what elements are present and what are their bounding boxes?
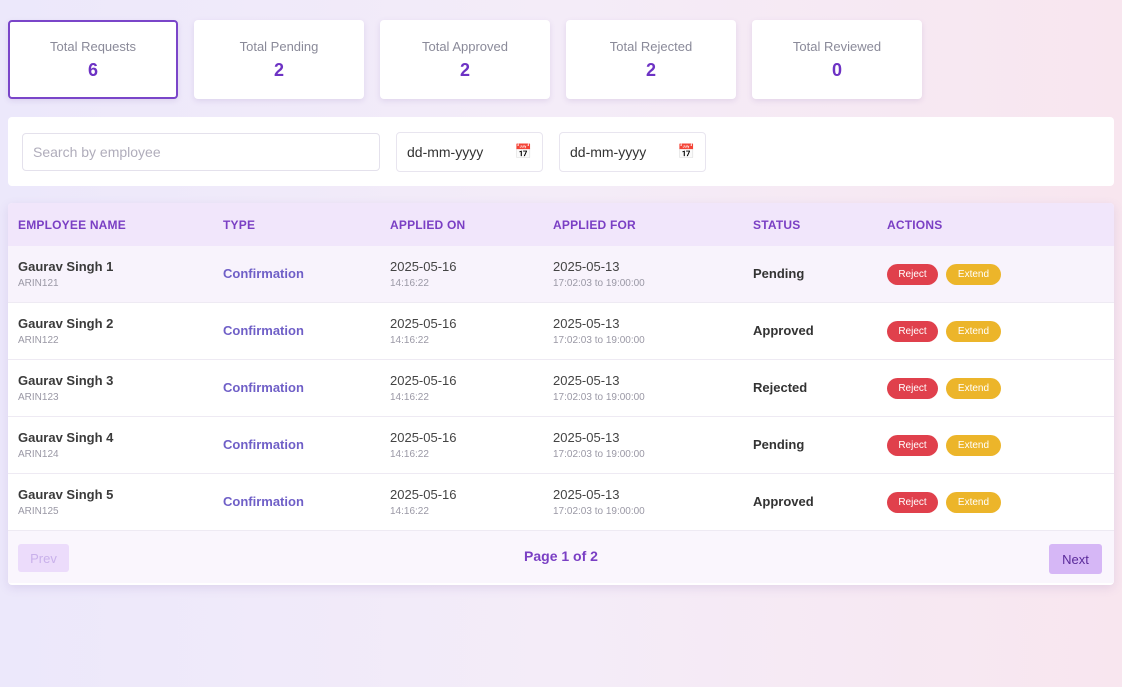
stat-card-total-approved[interactable]: Total Approved 2 [380, 20, 550, 99]
header-applied-on: APPLIED ON [390, 217, 466, 232]
date-from-value: dd-mm-yyyy [407, 143, 484, 160]
stat-label: Total Reviewed [792, 38, 882, 54]
applied-for-time: 17:02:03 to 19:00:00 [553, 335, 645, 346]
applied-on-time: 14:16:22 [390, 335, 429, 346]
stat-card-total-requests[interactable]: Total Requests 6 [8, 20, 178, 99]
stat-value: 2 [459, 59, 470, 80]
applied-for-date: 2025-05-13 [553, 487, 620, 502]
table-row: Gaurav Singh 3 ARIN123 Confirmation 2025-… [8, 360, 1114, 417]
extend-button[interactable]: Extend [946, 434, 1001, 456]
filter-bar: dd-mm-yyyy 📅 dd-mm-yyyy 📅 [8, 117, 1114, 186]
employee-name: Gaurav Singh 1 [18, 259, 114, 274]
applied-for-date: 2025-05-13 [553, 259, 620, 274]
stat-value: 2 [273, 59, 284, 80]
extend-button[interactable]: Extend [946, 320, 1001, 342]
type-link[interactable]: Confirmation [223, 266, 304, 281]
applied-for-time: 17:02:03 to 19:00:00 [553, 278, 645, 289]
header-employee-name: EMPLOYEE NAME [18, 217, 126, 232]
table-header: EMPLOYEE NAME TYPE APPLIED ON APPLIED FO… [8, 203, 1114, 246]
employee-name: Gaurav Singh 4 [18, 430, 114, 445]
header-actions: ACTIONS [887, 217, 943, 232]
reject-button[interactable]: Reject [887, 434, 938, 456]
applied-on-date: 2025-05-16 [390, 373, 457, 388]
applied-on-time: 14:16:22 [390, 506, 429, 517]
header-applied-for: APPLIED FOR [553, 217, 636, 232]
header-type: TYPE [223, 217, 256, 232]
type-link[interactable]: Confirmation [223, 380, 304, 395]
type-link[interactable]: Confirmation [223, 437, 304, 452]
next-button[interactable]: Next [1049, 544, 1102, 574]
stat-card-total-rejected[interactable]: Total Rejected 2 [566, 20, 736, 99]
applied-for-time: 17:02:03 to 19:00:00 [553, 449, 645, 460]
status-text: Pending [753, 266, 805, 281]
reject-button[interactable]: Reject [887, 320, 938, 342]
status-text: Pending [753, 437, 805, 452]
reject-button[interactable]: Reject [887, 491, 938, 513]
table-row: Gaurav Singh 1 ARIN121 Confirmation 2025-… [8, 246, 1114, 303]
applied-for-time: 17:02:03 to 19:00:00 [553, 506, 645, 517]
page-indicator: Page 1 of 2 [524, 548, 598, 564]
status-text: Approved [753, 494, 814, 509]
employee-id: ARIN123 [18, 392, 59, 403]
applied-for-date: 2025-05-13 [553, 430, 620, 445]
extend-button[interactable]: Extend [946, 377, 1001, 399]
date-from-input[interactable]: dd-mm-yyyy 📅 [396, 131, 543, 172]
employee-id: ARIN125 [18, 506, 59, 517]
employee-id: ARIN124 [18, 449, 59, 460]
status-text: Rejected [753, 380, 808, 395]
requests-table: EMPLOYEE NAME TYPE APPLIED ON APPLIED FO… [8, 203, 1114, 585]
calendar-icon[interactable]: 📅 [678, 143, 695, 160]
employee-id: ARIN121 [18, 278, 59, 289]
stat-label: Total Approved [421, 38, 508, 54]
stat-label: Total Requests [50, 38, 136, 54]
stat-label: Total Pending [239, 38, 319, 54]
employee-name: Gaurav Singh 3 [18, 373, 114, 388]
table-row: Gaurav Singh 4 ARIN124 Confirmation 2025-… [8, 417, 1114, 474]
extend-button[interactable]: Extend [946, 263, 1001, 285]
applied-for-date: 2025-05-13 [553, 373, 620, 388]
stat-value: 2 [645, 59, 656, 80]
applied-on-time: 14:16:22 [390, 449, 429, 460]
header-status: STATUS [753, 217, 801, 232]
stat-card-total-reviewed[interactable]: Total Reviewed 0 [752, 20, 922, 99]
applied-on-date: 2025-05-16 [390, 487, 457, 502]
stat-label: Total Rejected [609, 38, 693, 54]
applied-on-time: 14:16:22 [390, 278, 429, 289]
stats-row: Total Requests 6 Total Pending 2 Total A… [8, 20, 922, 99]
applied-on-date: 2025-05-16 [390, 316, 457, 331]
applied-on-date: 2025-05-16 [390, 430, 457, 445]
stat-card-total-pending[interactable]: Total Pending 2 [194, 20, 364, 99]
search-employee-input[interactable] [22, 132, 380, 171]
type-link[interactable]: Confirmation [223, 323, 304, 338]
type-link[interactable]: Confirmation [223, 494, 304, 509]
pagination: Prev Page 1 of 2 Next [8, 531, 1114, 583]
table-row: Gaurav Singh 2 ARIN122 Confirmation 2025-… [8, 303, 1114, 360]
applied-on-date: 2025-05-16 [390, 259, 457, 274]
employee-name: Gaurav Singh 2 [18, 316, 114, 331]
applied-for-time: 17:02:03 to 19:00:00 [553, 392, 645, 403]
table-row: Gaurav Singh 5 ARIN125 Confirmation 2025-… [8, 474, 1114, 531]
date-to-input[interactable]: dd-mm-yyyy 📅 [559, 131, 706, 172]
calendar-icon[interactable]: 📅 [515, 143, 532, 160]
reject-button[interactable]: Reject [887, 377, 938, 399]
stat-value: 0 [831, 59, 842, 80]
employee-id: ARIN122 [18, 335, 59, 346]
date-to-value: dd-mm-yyyy [570, 143, 647, 160]
stat-value: 6 [87, 59, 98, 80]
employee-name: Gaurav Singh 5 [18, 487, 114, 502]
extend-button[interactable]: Extend [946, 491, 1001, 513]
applied-for-date: 2025-05-13 [553, 316, 620, 331]
status-text: Approved [753, 323, 814, 338]
applied-on-time: 14:16:22 [390, 392, 429, 403]
reject-button[interactable]: Reject [887, 263, 938, 285]
